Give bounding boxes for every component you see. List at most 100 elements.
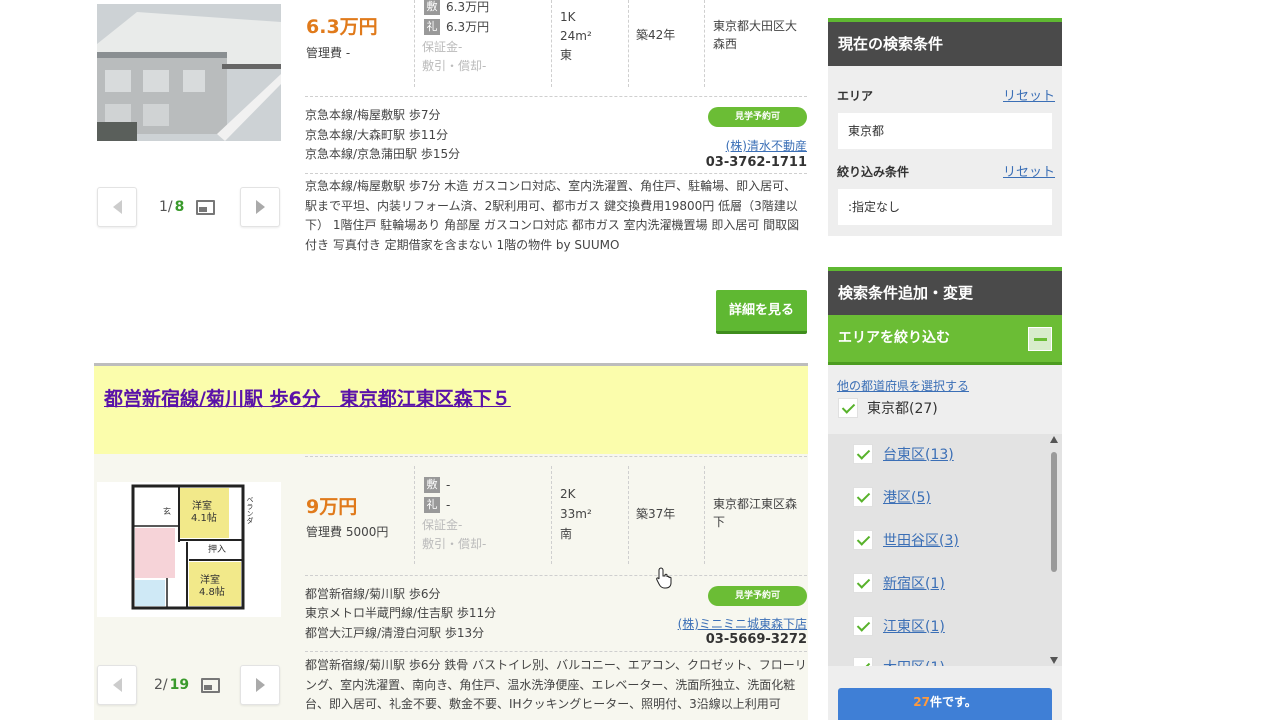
gallery-icon[interactable] [201, 677, 221, 693]
direction: 東 [560, 48, 573, 62]
listing-column: 6.3万円 管理費 - 敷 6.3万円 礼 6.3万円 保証金- 敷引・償却- … [94, 0, 808, 720]
checkbox-checked-icon[interactable] [853, 530, 873, 550]
divider [414, 466, 415, 564]
description: 京急本線/梅屋敷駅 歩7分 木造 ガスコンロ対応、室内洗濯置、角住戸、駐輪場、即… [305, 179, 800, 252]
key-money: 礼 6.3万円 [424, 18, 489, 35]
view-details-button[interactable]: 詳細を見る [716, 290, 807, 334]
ward-label[interactable]: 港区(5) [883, 487, 931, 507]
listing-title-link[interactable]: 都営新宿線/菊川駅 歩6分 東京都江東区森下５ [104, 383, 524, 415]
ward-label[interactable]: 新宿区(1) [883, 573, 945, 593]
prev-photo-button[interactable] [97, 187, 137, 227]
guarantee: 保証金- [422, 40, 463, 54]
phone-number: 03-5669-3272 [705, 632, 807, 647]
filter-reset-link[interactable]: リセット [1003, 161, 1055, 180]
divider [704, 466, 705, 564]
phone-number: 03-3762-1711 [705, 155, 807, 170]
prefecture-checkbox-row[interactable]: 東京都(27) [838, 398, 938, 418]
photo-pager: 2/19 [154, 677, 221, 693]
route-2: 京急本線/大森町駅 歩11分 [305, 128, 449, 142]
pager-current: 2/ [154, 677, 168, 693]
collapse-icon[interactable] [1028, 327, 1052, 351]
divider [628, 466, 629, 564]
scroll-down-icon[interactable] [1050, 657, 1058, 664]
floor-area: 33m² [560, 507, 592, 521]
plan-closet: 押入 [208, 545, 227, 555]
route-1: 都営新宿線/菊川駅 歩6分 [305, 587, 441, 601]
pager-total: 8 [174, 199, 185, 215]
divider [305, 173, 807, 174]
plan-room1-size: 4.1帖 [191, 513, 217, 524]
deposit-key-badge: 敷 [424, 477, 440, 493]
checkbox-checked-icon[interactable] [853, 657, 873, 666]
ward-item[interactable]: 台東区(13) [853, 444, 954, 464]
prev-icon [112, 200, 122, 214]
ward-label[interactable]: 台東区(13) [883, 444, 954, 464]
divider [305, 651, 807, 652]
ward-item[interactable]: 港区(5) [853, 487, 931, 507]
shikibiki: 敷引・償却- [422, 59, 487, 73]
ward-scrollbar[interactable] [1049, 434, 1059, 666]
key-money: 礼 - [424, 497, 450, 513]
checkbox-checked-icon[interactable] [853, 487, 873, 507]
next-photo-button[interactable] [240, 665, 280, 705]
company-link[interactable]: (株)清水不動産 [654, 137, 807, 154]
checkbox-checked-icon[interactable] [853, 573, 873, 593]
area-label: エリア [837, 89, 874, 103]
deposit: 敷 6.3万円 [424, 0, 489, 15]
other-prefecture-link[interactable]: 他の都道府県を選択する [837, 377, 969, 394]
floor-plan-image[interactable]: 洋室 4.1帖 押入 洋室 4.8帖 玄 ベランダ [97, 482, 281, 617]
add-conditions-title: 検索条件追加・変更 [828, 267, 1062, 315]
ward-item[interactable]: 大田区(1) [853, 657, 945, 666]
prefecture-label: 東京都(27) [867, 401, 938, 417]
property-photo[interactable] [97, 4, 281, 141]
route-2: 東京メトロ半蔵門線/住吉駅 歩11分 [305, 606, 497, 620]
key-money-value: - [446, 498, 451, 512]
key-money-badge: 礼 [424, 18, 440, 35]
search-count-button[interactable]: 27件です。 [838, 688, 1052, 720]
plan-veranda: ベランダ [246, 496, 254, 524]
building-age: 築37年 [636, 507, 676, 521]
key-money-value: 6.3万円 [446, 20, 490, 34]
scroll-thumb[interactable] [1051, 452, 1057, 572]
checkbox-checked-icon[interactable] [853, 616, 873, 636]
deposit-key-badge: 敷 [424, 0, 440, 15]
divider [628, 0, 629, 87]
checkbox-checked-icon[interactable] [853, 444, 873, 464]
ward-label[interactable]: 江東区(1) [883, 616, 945, 636]
checkbox-checked-icon[interactable] [838, 398, 858, 418]
gallery-icon[interactable] [196, 199, 216, 215]
guarantee: 保証金- [422, 518, 463, 532]
tour-reservable-badge: 見学予約可 [708, 586, 807, 606]
divider [305, 575, 807, 576]
ward-item[interactable]: 新宿区(1) [853, 573, 945, 593]
building-age: 築42年 [636, 28, 676, 42]
photo-pager: 1/8 [159, 199, 216, 215]
area-reset-link[interactable]: リセット [1003, 85, 1055, 104]
management-fee: 管理費 - [306, 46, 351, 60]
company-link[interactable]: (株)ミニミニ城東森下店 [634, 615, 807, 632]
deposit-value: - [446, 478, 451, 492]
divider [704, 0, 705, 87]
next-photo-button[interactable] [240, 187, 280, 227]
narrow-area-toggle[interactable]: エリアを絞り込む [828, 315, 1062, 365]
tour-reservable-badge: 見学予約可 [708, 107, 807, 127]
divider [414, 0, 415, 87]
plan-room2-size: 4.8帖 [199, 587, 225, 598]
route-3: 都営大江戸線/清澄白河駅 歩13分 [305, 626, 485, 640]
ward-label[interactable]: 世田谷区(3) [883, 530, 959, 550]
divider [551, 0, 552, 87]
scroll-up-icon[interactable] [1050, 436, 1058, 443]
layout: 1K [560, 10, 576, 24]
deposit-value: 6.3万円 [446, 0, 490, 14]
ward-label[interactable]: 大田区(1) [883, 657, 945, 666]
key-money-badge: 礼 [424, 497, 440, 513]
ward-list[interactable]: 台東区(13) 港区(5) 世田谷区(3) 新宿区(1) 江東区(1) 大田区(… [828, 434, 1062, 666]
pager-total: 19 [169, 677, 190, 693]
prev-photo-button[interactable] [97, 665, 137, 705]
result-count: 27 [913, 695, 930, 709]
ward-item[interactable]: 江東区(1) [853, 616, 945, 636]
deposit: 敷 - [424, 477, 450, 493]
ward-item[interactable]: 世田谷区(3) [853, 530, 959, 550]
current-conditions-panel: 現在の検索条件 エリア リセット 東京都 絞り込み条件 リセット :指定なし [828, 18, 1062, 236]
filter-value: :指定なし [838, 189, 1052, 225]
